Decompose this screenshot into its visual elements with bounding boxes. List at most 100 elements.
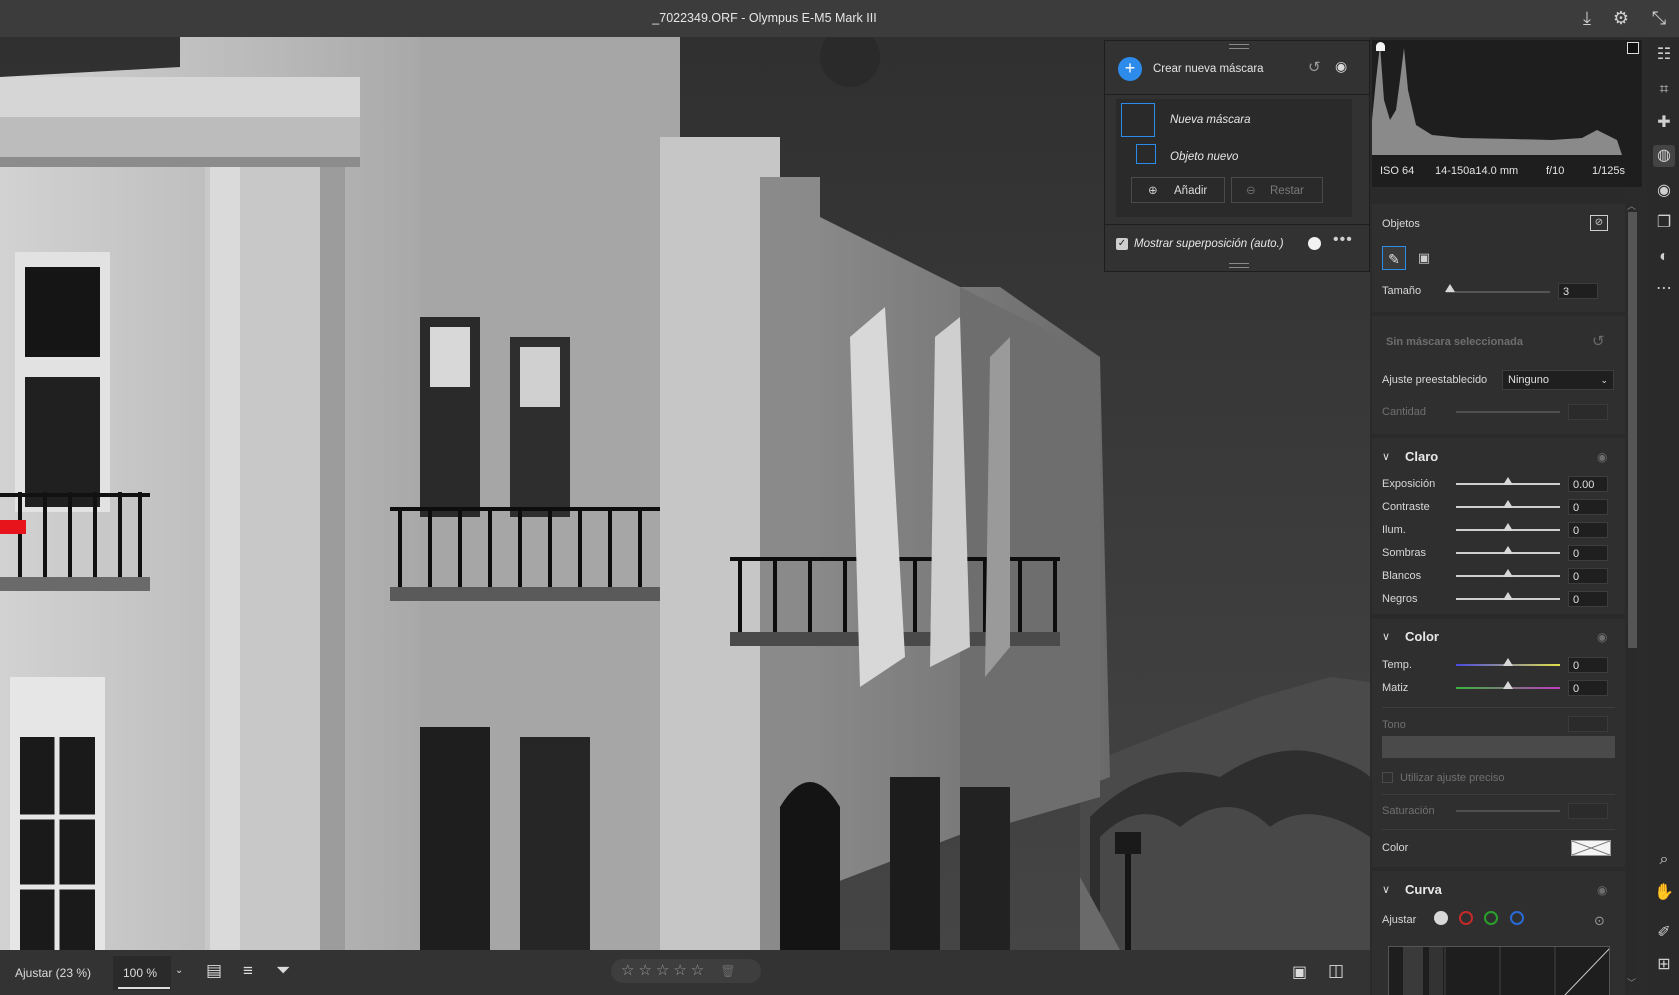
scroll-up-icon[interactable]: ︿ <box>1627 199 1636 212</box>
curve-rgb-channel[interactable] <box>1434 911 1448 925</box>
healing-icon[interactable]: ✚ <box>1653 112 1675 134</box>
shadow-clip-icon[interactable] <box>1376 42 1385 51</box>
light-row-label: Exposición <box>1382 478 1436 490</box>
light-row-slider-thumb[interactable] <box>1503 500 1513 508</box>
light-row-value[interactable]: 0 <box>1568 522 1608 538</box>
scrollbar-thumb[interactable] <box>1628 212 1637 648</box>
panel-grip-bottom[interactable] <box>1229 263 1249 268</box>
color-chevron-icon[interactable]: ∨ <box>1382 630 1390 643</box>
sort-icon[interactable]: ≡ <box>243 961 253 981</box>
compare-icon[interactable]: ⊘ <box>1590 215 1608 231</box>
more-tools-icon[interactable]: ⋯ <box>1653 278 1675 300</box>
reset-icon[interactable]: ↺ <box>1308 58 1321 76</box>
presets-icon[interactable]: ❐ <box>1653 212 1675 234</box>
light-row-value[interactable]: 0 <box>1568 591 1608 607</box>
collapse-icon[interactable]: ⤡ <box>1648 7 1670 29</box>
size-slider-thumb[interactable] <box>1445 284 1455 292</box>
compare-view-icon[interactable]: ◫ <box>1328 961 1344 981</box>
hand-icon[interactable]: ✋ <box>1653 882 1675 904</box>
curve-title[interactable]: Curva <box>1405 882 1442 897</box>
light-row-slider-thumb[interactable] <box>1503 592 1513 600</box>
hue-bar[interactable] <box>1382 736 1615 758</box>
subtract-button[interactable]: ⊖ Restar <box>1231 177 1323 203</box>
masking-icon[interactable]: ◍ <box>1653 145 1675 167</box>
tint-value[interactable]: 0 <box>1568 680 1608 696</box>
add-button[interactable]: ⊕ Añadir <box>1131 177 1225 203</box>
color-title[interactable]: Color <box>1405 629 1439 644</box>
light-chevron-icon[interactable]: ∨ <box>1382 450 1390 463</box>
mask-settings-section: Sin máscara seleccionada ↺ Ajuste preest… <box>1372 316 1625 434</box>
snapshots-icon[interactable]: ◐ <box>1653 246 1675 268</box>
size-slider[interactable] <box>1446 291 1550 293</box>
tool-strip: ☷ ⌗ ✚ ◍ ◉ ❐ ◐ ⋯ ⌕ ✋ ✐ ⊞ <box>1647 37 1679 995</box>
eye-icon[interactable]: ◉ <box>1335 58 1347 75</box>
light-row-value[interactable]: 0.00 <box>1568 476 1608 492</box>
temp-slider-thumb[interactable] <box>1503 658 1513 666</box>
curve-blue-channel[interactable] <box>1510 911 1524 925</box>
filter-icon[interactable]: ⏷ <box>276 960 290 981</box>
light-row-value[interactable]: 0 <box>1568 568 1608 584</box>
single-view-icon[interactable]: ▣ <box>1292 962 1307 982</box>
light-title[interactable]: Claro <box>1405 449 1438 464</box>
edit-sliders-icon[interactable]: ☷ <box>1653 44 1675 66</box>
crop-icon[interactable]: ⌗ <box>1653 79 1675 101</box>
light-row-value[interactable]: 0 <box>1568 545 1608 561</box>
red-eye-icon[interactable]: ◉ <box>1653 180 1675 202</box>
fit-zoom-label[interactable]: Ajustar (23 %) <box>15 966 91 980</box>
rectangle-select-icon[interactable]: ▣ <box>1416 250 1432 266</box>
light-eye-icon[interactable]: ◉ <box>1597 450 1607 464</box>
objects-title: Objetos <box>1382 218 1420 230</box>
masks-panel: + Crear nueva máscara ↺ ◉ Nueva máscara … <box>1104 40 1370 272</box>
tint-slider-thumb[interactable] <box>1503 681 1513 689</box>
scroll-down-icon[interactable]: ﹀ <box>1627 976 1636 989</box>
grid-icon[interactable]: ⊞ <box>1653 954 1675 976</box>
fine-adjust-checkbox[interactable] <box>1382 772 1393 783</box>
saturation-value[interactable] <box>1568 803 1608 819</box>
create-mask-button[interactable]: + <box>1118 57 1142 81</box>
zoom-dropdown-icon[interactable]: ⌄ <box>175 965 183 976</box>
curve-green-channel[interactable] <box>1484 911 1498 925</box>
brush-select-icon[interactable]: ✎ <box>1382 246 1406 270</box>
target-adjust-icon[interactable]: ⊙ <box>1594 913 1605 929</box>
color-eye-icon[interactable]: ◉ <box>1597 630 1607 644</box>
title-bar: _7022349.ORF - Olympus E-M5 Mark III ⤓ ⚙… <box>0 0 1679 37</box>
curve-red-channel[interactable] <box>1459 911 1473 925</box>
light-row-slider-thumb[interactable] <box>1503 523 1513 531</box>
mask-thumbnail[interactable] <box>1121 103 1155 137</box>
light-row-value[interactable]: 0 <box>1568 499 1608 515</box>
temp-value[interactable]: 0 <box>1568 657 1608 673</box>
zoom-icon[interactable]: ⌕ <box>1653 849 1675 871</box>
rating-stars[interactable]: ☆☆☆☆☆ <box>621 962 708 979</box>
light-row-slider-thumb[interactable] <box>1503 569 1513 577</box>
mask-name[interactable]: Nueva máscara <box>1170 114 1251 126</box>
star-rating[interactable]: ☆☆☆☆☆ 🗑 <box>611 959 761 983</box>
histogram <box>1372 40 1642 155</box>
color-swatch[interactable] <box>1571 840 1611 856</box>
light-row-slider-thumb[interactable] <box>1503 477 1513 485</box>
amount-value[interactable] <box>1568 404 1608 420</box>
object-name[interactable]: Objeto nuevo <box>1170 151 1238 163</box>
eyedropper-icon[interactable]: ✐ <box>1653 922 1675 944</box>
overlay-color-swatch[interactable] <box>1308 237 1321 250</box>
gear-icon[interactable]: ⚙ <box>1610 7 1632 29</box>
hue-value[interactable] <box>1568 716 1608 732</box>
highlight-clip-icon[interactable] <box>1627 42 1639 54</box>
more-icon[interactable]: ••• <box>1333 231 1353 249</box>
amount-slider[interactable] <box>1456 411 1560 413</box>
panel-grip[interactable] <box>1229 44 1249 49</box>
curve-graph[interactable] <box>1388 946 1610 995</box>
saturation-slider[interactable] <box>1456 810 1560 812</box>
export-icon[interactable]: ⤓ <box>1576 7 1598 29</box>
object-thumbnail[interactable] <box>1136 144 1156 164</box>
filmstrip-icon[interactable]: ▤ <box>206 961 222 981</box>
light-row-slider-thumb[interactable] <box>1503 546 1513 554</box>
overlay-checkbox[interactable]: ✓ <box>1116 238 1128 250</box>
trash-icon[interactable]: 🗑 <box>720 964 735 978</box>
curve-eye-icon[interactable]: ◉ <box>1597 883 1607 897</box>
preset-select[interactable]: Ninguno ⌄ <box>1502 370 1614 390</box>
reset-mask-icon[interactable]: ↺ <box>1592 332 1605 350</box>
size-value[interactable]: 3 <box>1558 283 1598 299</box>
zoom-field[interactable]: 100 % <box>113 956 171 990</box>
curve-chevron-icon[interactable]: ∨ <box>1382 883 1390 896</box>
add-label: Añadir <box>1174 185 1208 197</box>
